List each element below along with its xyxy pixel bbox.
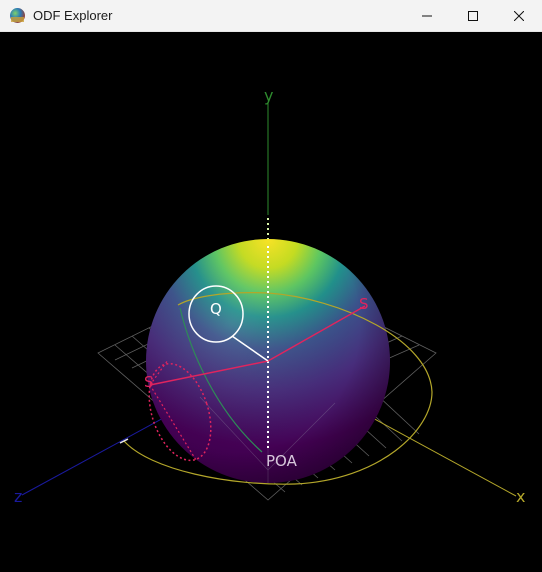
close-button[interactable] (496, 0, 542, 31)
window-title: ODF Explorer (33, 8, 113, 23)
maximize-icon (468, 10, 478, 21)
maximize-button[interactable] (450, 0, 496, 31)
viewport-3d[interactable]: y x z Q S S POA (0, 31, 542, 572)
minimize-icon (422, 15, 432, 16)
odf-explorer-window: ODF Explorer y x z Q S S POA (0, 0, 542, 572)
app-icon (10, 8, 25, 23)
x-axis-label: x (516, 487, 525, 506)
q-point-label: Q (210, 300, 222, 318)
z-axis-label: z (14, 487, 22, 506)
s-label-left: S (144, 373, 154, 391)
title-bar[interactable]: ODF Explorer (0, 0, 542, 32)
close-icon (514, 10, 524, 21)
poa-label: POA (266, 452, 298, 470)
y-axis-label: y (264, 86, 273, 105)
minimize-button[interactable] (404, 0, 450, 31)
s-label-right: S (359, 295, 369, 313)
